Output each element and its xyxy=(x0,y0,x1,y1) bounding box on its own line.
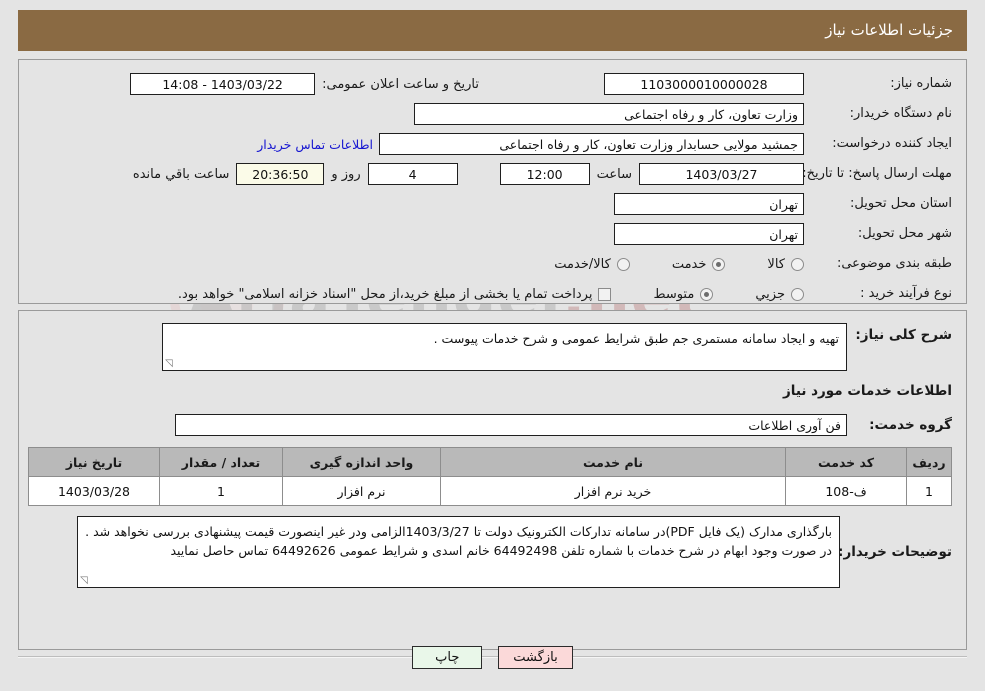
row-need-number: شماره نیاز: 1103000010000028 تاریخ و ساع… xyxy=(33,72,952,96)
row-province: استان محل تحویل: تهران xyxy=(33,192,952,216)
need-number-label: شماره نیاز: xyxy=(890,75,952,91)
creator-value: جمشید مولایی حسابدار وزارت تعاون، کار و … xyxy=(379,133,804,155)
resize-grip-icon[interactable]: ◸ xyxy=(80,575,88,586)
process-radio-jozei[interactable]: جزیي xyxy=(755,287,804,302)
remaining-clock-label: ساعت باقي مانده xyxy=(132,166,230,182)
notes-value: بارگذاری مدارک (یک فایل PDF)در سامانه تد… xyxy=(85,524,832,559)
category-radio-group: کالا خدمت کالا/خدمت xyxy=(512,257,804,272)
process-radio-motevaset-label: متوسط xyxy=(653,286,695,302)
remaining-days-label: روز و xyxy=(331,166,361,182)
creator-label: ایجاد کننده درخواست: xyxy=(832,135,952,151)
cell-radif: 1 xyxy=(906,476,952,506)
cell-date: 1403/03/28 xyxy=(28,476,160,506)
cell-qty: 1 xyxy=(159,476,283,506)
radio-icon[interactable] xyxy=(616,257,630,271)
deadline-time-value: 12:00 xyxy=(499,163,590,185)
service-group-value: فن آوری اطلاعات xyxy=(175,414,847,436)
th-unit: واحد اندازه گیری xyxy=(282,447,441,477)
row-buyer-notes: توضیحات خریدار: بارگذاری مدارک (یک فایل … xyxy=(33,516,952,588)
category-label: طبقه بندی موضوعی: xyxy=(836,255,952,271)
service-details-panel: شرح کلی نیاز: تهیه و ایجاد سامانه مستمری… xyxy=(18,310,967,650)
row-city: شهر محل تحویل: تهران xyxy=(33,222,952,246)
remaining-days-value: 4 xyxy=(367,163,458,185)
row-description: شرح کلی نیاز: تهیه و ایجاد سامانه مستمری… xyxy=(33,323,952,371)
category-radio-kala[interactable]: کالا xyxy=(767,257,804,272)
resize-grip-icon[interactable]: ◸ xyxy=(165,358,173,369)
city-label: شهر محل تحویل: xyxy=(857,225,952,241)
row-service-group: گروه خدمت: فن آوری اطلاعات xyxy=(33,413,952,437)
cell-code: ف-108 xyxy=(785,476,907,506)
cell-name: خرید نرم افزار xyxy=(440,476,786,506)
need-number-value: 1103000010000028 xyxy=(604,73,804,95)
page-root: جزئیات اطلاعات نیاز شماره نیاز: 11030000… xyxy=(0,0,985,658)
city-value: تهران xyxy=(614,223,804,245)
row-buyer-org: نام دستگاه خریدار: وزارت تعاون، کار و رف… xyxy=(33,102,952,126)
cell-unit: نرم افزار xyxy=(282,476,441,506)
radio-selected-icon[interactable] xyxy=(712,257,726,271)
treasury-note: پرداخت تمام یا بخشی از مبلغ خرید،از محل … xyxy=(177,286,593,302)
row-category: طبقه بندی موضوعی: کالا خدمت کالا/خدمت xyxy=(33,252,952,276)
th-code: کد خدمت xyxy=(785,447,907,477)
buyer-org-label: نام دستگاه خریدار: xyxy=(849,105,952,121)
process-label: نوع فرآیند خرید : xyxy=(860,285,952,301)
process-radio-jozei-label: جزیي xyxy=(755,286,785,302)
print-button[interactable]: چاپ xyxy=(412,646,483,669)
services-section-title: اطلاعات خدمات مورد نیاز xyxy=(782,383,952,399)
radio-icon[interactable] xyxy=(791,287,804,301)
announce-value: 1403/03/22 - 14:08 xyxy=(130,73,316,95)
need-details-panel: شماره نیاز: 1103000010000028 تاریخ و ساع… xyxy=(18,59,967,304)
buyer-notes-textarea[interactable]: بارگذاری مدارک (یک فایل PDF)در سامانه تد… xyxy=(77,516,840,588)
remaining-clock-value: 20:36:50 xyxy=(236,163,325,185)
process-radio-group: جزیي متوسط xyxy=(611,287,804,302)
notes-label: توضیحات خریدار: xyxy=(838,543,952,560)
radio-icon[interactable] xyxy=(791,257,804,271)
category-radio-kala-khedmat[interactable]: کالا/خدمت xyxy=(554,257,630,272)
category-radio-kala-khedmat-label: کالا/خدمت xyxy=(554,256,611,272)
description-label: شرح کلی نیاز: xyxy=(855,327,952,343)
treasury-checkbox[interactable] xyxy=(598,287,612,301)
th-radif: ردیف xyxy=(906,447,952,477)
province-value: تهران xyxy=(614,193,804,215)
back-button[interactable]: بازگشت xyxy=(498,646,573,669)
description-value: تهیه و ایجاد سامانه مستمری جم طبق شرایط … xyxy=(433,331,839,346)
deadline-time-label: ساعت xyxy=(596,166,632,182)
process-radio-motevaset[interactable]: متوسط xyxy=(653,286,714,302)
buyer-org-value: وزارت تعاون، کار و رفاه اجتماعی xyxy=(414,103,804,125)
announce-label: تاریخ و ساعت اعلان عمومی: xyxy=(322,76,479,92)
th-name: نام خدمت xyxy=(440,447,786,477)
buyer-contact-link[interactable]: اطلاعات تماس خریدار xyxy=(251,137,379,152)
category-radio-khedmat-label: خدمت xyxy=(671,256,707,272)
service-group-label: گروه خدمت: xyxy=(869,416,952,433)
category-radio-kala-label: کالا xyxy=(767,256,785,272)
radio-selected-icon[interactable] xyxy=(700,287,714,301)
page-title: جزئیات اطلاعات نیاز xyxy=(18,10,967,51)
row-process: نوع فرآیند خرید : جزیي متوسط پرداخت تمام… xyxy=(33,282,952,306)
row-creator: ایجاد کننده درخواست: جمشید مولایی حسابدا… xyxy=(33,132,952,156)
deadline-date-value: 1403/03/27 xyxy=(639,163,804,185)
services-table: ردیف کد خدمت نام خدمت واحد اندازه گیری ت… xyxy=(28,447,952,506)
table-header-row: ردیف کد خدمت نام خدمت واحد اندازه گیری ت… xyxy=(28,447,952,477)
th-qty: تعداد / مقدار xyxy=(159,447,283,477)
province-label: استان محل تحویل: xyxy=(850,195,952,211)
deadline-label: مهلت ارسال پاسخ: تا تاریخ: xyxy=(802,166,952,182)
row-deadline: مهلت ارسال پاسخ: تا تاریخ: 1403/03/27 سا… xyxy=(33,162,952,186)
footer-actions: بازگشت چاپ xyxy=(0,646,985,669)
table-row: 1 ف-108 خرید نرم افزار نرم افزار 1 1403/… xyxy=(28,476,952,506)
category-radio-khedmat[interactable]: خدمت xyxy=(672,257,726,272)
description-textarea[interactable]: تهیه و ایجاد سامانه مستمری جم طبق شرایط … xyxy=(162,323,847,371)
th-date: تاریخ نیاز xyxy=(28,447,160,477)
